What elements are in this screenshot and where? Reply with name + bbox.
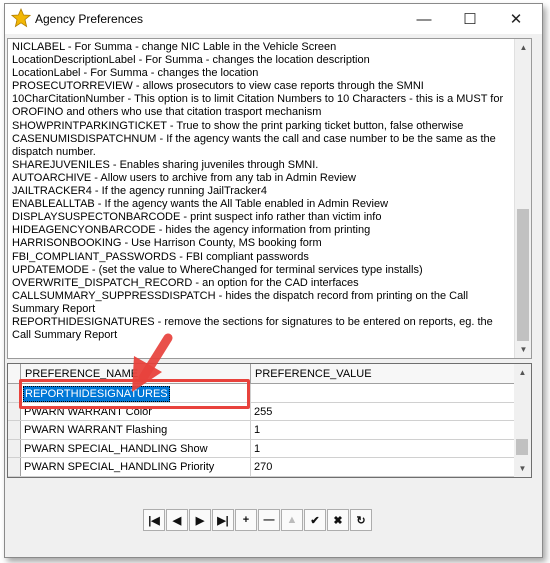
title-bar[interactable]: Agency Preferences — ☐ ✕ [5,4,542,34]
insert-record-button[interactable]: + [235,509,257,531]
db-navigator: |◀ ◀ ▶ ▶| + — ▲ ✔ ✖ ↻ [143,509,378,531]
first-icon: |◀ [148,514,160,527]
maximize-icon: ☐ [463,11,477,28]
row-selector[interactable] [8,439,21,457]
plus-icon: + [242,514,250,526]
row-selector[interactable] [8,458,21,476]
scroll-thumb[interactable] [517,209,529,341]
cancel-icon: ✖ [333,514,343,527]
description-line: DISPLAYSUSPECTONBARCODE - print suspect … [12,211,382,224]
preference-name-cell[interactable]: PWARN SPECIAL_HANDLING Priority [21,458,251,476]
preference-value-cell[interactable] [251,384,515,402]
preference-descriptions-memo[interactable]: NICLABEL - For Summa - change NIC Lable … [7,38,532,359]
description-line: SHAREJUVENILES - Enables sharing juvenil… [12,158,319,171]
preference-value-cell[interactable]: 255 [251,402,515,421]
prior-record-button[interactable]: ◀ [166,509,188,531]
description-line: AUTOARCHIVE - Allow users to archive fro… [12,171,356,184]
description-line: CALLSUMMARY_SUPPRESSDISPATCH - hides the… [12,289,469,315]
first-record-button[interactable]: |◀ [143,509,165,531]
next-icon: ▶ [195,514,205,527]
description-line: UPDATEMODE - (set the value to WhereChan… [12,263,423,276]
minus-icon: — [263,514,275,526]
description-line: REPORTHIDESIGNATURES - remove the sectio… [12,315,493,342]
grid-scroll-down-icon[interactable]: ▼ [514,460,531,477]
last-record-button[interactable]: ▶| [212,509,234,531]
description-line: HARRISONBOOKING - Use Harrison County, M… [12,237,322,250]
refresh-icon: ↻ [356,514,366,527]
prior-icon: ◀ [172,514,182,527]
preference-value-cell[interactable]: 270 [251,458,515,476]
annotation-highlight-box [19,379,250,409]
cancel-record-button[interactable]: ✖ [327,509,349,531]
description-line: HIDEAGENCYONBARCODE - hides the agency i… [12,224,371,237]
preference-name-cell[interactable]: PWARN WARRANT Flashing [21,421,251,439]
window-title: Agency Preferences [35,12,144,26]
check-icon: ✔ [310,514,320,527]
minimize-icon: — [416,10,432,28]
descriptions-scrollbar[interactable]: ▲ ▼ [514,39,531,358]
description-line: PROSECUTORREVIEW - allows prosecutors to… [12,80,424,93]
close-button[interactable]: ✕ [493,4,539,34]
last-icon: ▶| [217,514,229,527]
row-selector[interactable] [8,421,21,439]
description-line: LocationDescriptionLabel - For Summa - c… [12,54,370,67]
scroll-up-icon[interactable]: ▲ [515,39,531,56]
edit-icon: ▲ [286,514,298,526]
description-line: OVERWRITE_DISPATCH_RECORD - an option fo… [12,276,359,289]
refresh-button[interactable]: ↻ [350,509,372,531]
grid-scrollbar[interactable]: ▲ ▼ [514,364,531,477]
table-row[interactable]: PWARN SPECIAL_HANDLING Show 1 [8,439,516,458]
star-icon [11,8,31,28]
description-text: NICLABEL - For Summa - change NIC Lable … [12,41,509,342]
grid-scroll-up-icon[interactable]: ▲ [514,364,531,381]
table-row[interactable]: PWARN WARRANT Flashing 1 [8,421,516,440]
table-row[interactable]: PWARN SPECIAL_HANDLING Priority 270 [8,458,516,477]
description-line: 10CharCitationNumber - This option is to… [12,93,504,119]
maximize-button[interactable]: ☐ [447,4,493,34]
column-header-value[interactable]: PREFERENCE_VALUE [251,364,515,384]
minimize-button[interactable]: — [401,4,447,34]
next-record-button[interactable]: ▶ [189,509,211,531]
edit-record-button[interactable]: ▲ [281,509,303,531]
delete-record-button[interactable]: — [258,509,280,531]
description-line: LocationLabel - For Summa - changes the … [12,67,259,80]
close-icon: ✕ [509,11,523,28]
description-line: CASENUMISDISPATCHNUM - If the agency wan… [12,132,496,158]
description-line: JAILTRACKER4 - If the agency running Jai… [12,185,267,198]
description-line: FBI_COMPLIANT_PASSWORDS - FBI compliant … [12,250,309,263]
preference-name-cell[interactable]: PWARN SPECIAL_HANDLING Show [21,439,251,458]
post-record-button[interactable]: ✔ [304,509,326,531]
preference-value-cell[interactable]: 1 [251,439,515,458]
description-line: ENABLEALLTAB - If the agency wants the A… [12,198,389,211]
preference-value-cell[interactable]: 1 [251,421,515,439]
grid-scroll-thumb[interactable] [516,439,528,455]
description-line: SHOWPRINTPARKINGTICKET - True to show th… [12,119,464,132]
description-line: NICLABEL - For Summa - change NIC Lable … [12,41,337,53]
scroll-down-icon[interactable]: ▼ [515,341,531,358]
